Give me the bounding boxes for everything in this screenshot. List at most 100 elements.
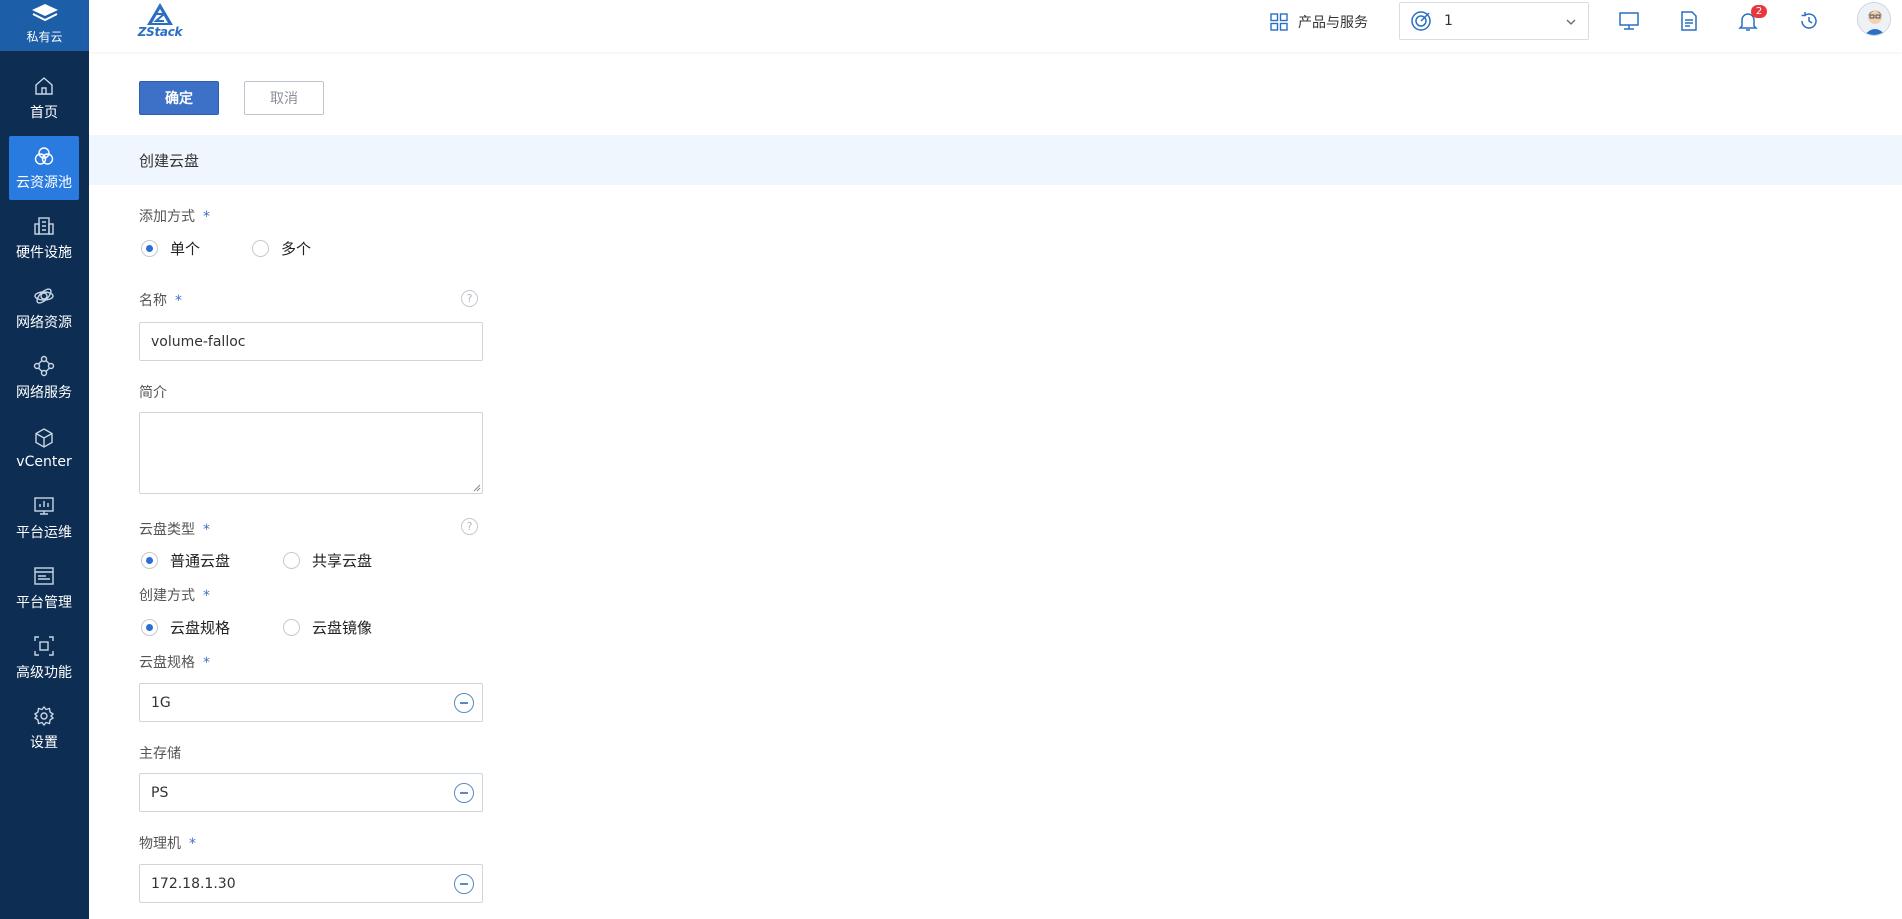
sidebar-item-settings[interactable]: 设置 [9,696,79,760]
required-mark: * [189,836,196,852]
disk-type-help-icon[interactable]: ? [461,518,478,535]
host-field[interactable]: 172.18.1.30 [139,864,483,903]
monitor-chart-icon [34,496,54,515]
top-header: ZStack 产品与服务 1 2 [89,0,1902,52]
host-label-text: 物理机 [139,836,181,852]
document-icon [1681,11,1697,31]
disk-type-normal-radio[interactable]: 普通云盘 [141,550,230,571]
main-content: 确定 取消 创建云盘 添加方式 * 单个 多个 名称 * ? volume-fall… [89,52,1902,919]
private-cloud-switcher[interactable]: 私有云 [0,0,89,51]
sidebar-item-network-resource[interactable]: 网络资源 [9,276,79,340]
required-mark: * [175,293,182,309]
create-mode-image-radio[interactable]: 云盘镜像 [283,617,372,638]
notifications-button[interactable]: 2 [1735,5,1767,34]
disk-offering-value: 1G [151,694,171,711]
history-button[interactable] [1796,8,1822,34]
required-mark: * [203,209,210,225]
disk-offering-label-text: 云盘规格 [139,655,195,671]
zone-select[interactable]: 1 [1399,2,1589,40]
radio-label: 普通云盘 [170,552,231,570]
section-title: 创建云盘 [139,151,200,170]
disk-type-label-text: 云盘类型 [139,522,195,538]
sidebar-item-label: 高级功能 [16,664,72,681]
sidebar-item-label: 网络服务 [16,384,72,401]
document-button[interactable] [1676,8,1702,34]
description-label: 简介 [139,382,167,402]
required-mark: * [203,655,210,671]
sidebar-item-label: 硬件设施 [16,244,72,261]
primary-storage-value: PS [151,784,169,801]
building-icon [34,216,54,235]
disk-type-shared-radio[interactable]: 共享云盘 [283,550,372,571]
sidebar-item-label: vCenter [16,453,72,470]
name-input[interactable]: volume-falloc [139,322,483,361]
create-mode-label: 创建方式 * [139,585,210,605]
radio-label: 共享云盘 [312,552,373,570]
remove-minus-icon[interactable] [454,693,474,713]
history-icon [1801,12,1817,29]
sidebar-item-advanced[interactable]: 高级功能 [9,626,79,690]
console-button[interactable] [1616,8,1642,34]
zstack-logo-icon [147,3,173,25]
name-label-text: 名称 [139,293,167,309]
section-header: 创建云盘 [89,135,1902,185]
cloud-pool-icon [34,146,54,165]
add-mode-single-radio[interactable]: 单个 [141,238,200,259]
sidebar: 私有云 首页 云资源池 硬件设施 网络资源 网络服务 vCenter 平台运维 … [0,0,89,919]
sidebar-item-label: 云资源池 [16,174,72,191]
name-help-icon[interactable]: ? [461,290,478,307]
remove-minus-icon[interactable] [454,783,474,803]
name-label: 名称 * [139,290,182,310]
radio-dot [252,240,269,257]
sidebar-item-hardware[interactable]: 硬件设施 [9,206,79,270]
disk-type-label: 云盘类型 * [139,519,210,539]
sidebar-item-home[interactable]: 首页 [9,66,79,130]
sidebar-item-operations[interactable]: 平台运维 [9,486,79,550]
add-mode-label-text: 添加方式 [139,209,195,225]
confirm-button[interactable]: 确定 [139,81,219,115]
zstack-logo[interactable]: ZStack [137,2,183,42]
host-label: 物理机 * [139,833,196,853]
cancel-button[interactable]: 取消 [244,81,324,115]
sidebar-item-cloud-pool[interactable]: 云资源池 [9,136,79,200]
primary-storage-field[interactable]: PS [139,773,483,812]
chevron-down-icon [1566,19,1576,25]
primary-storage-label: 主存储 [139,743,181,763]
add-mode-multiple-radio[interactable]: 多个 [252,238,311,259]
radio-label: 多个 [281,240,312,258]
disk-offering-label: 云盘规格 * [139,652,210,672]
resize-handle-icon[interactable] [472,483,481,492]
description-label-text: 简介 [139,385,167,401]
name-input-value: volume-falloc [151,333,246,350]
radio-label: 云盘镜像 [312,619,373,637]
network-service-icon [33,355,55,376]
cube-icon [35,427,53,448]
remove-minus-icon[interactable] [454,874,474,894]
notification-badge: 2 [1751,5,1767,18]
sidebar-item-network-service[interactable]: 网络服务 [9,346,79,410]
radio-dot [283,619,300,636]
description-textarea[interactable] [139,412,483,494]
network-resource-icon [34,287,54,304]
user-avatar[interactable] [1857,2,1891,36]
primary-storage-label-text: 主存储 [139,746,181,762]
products-services-menu[interactable]: 产品与服务 [1270,10,1368,34]
zone-target-icon [1411,11,1431,31]
grid-apps-icon [1270,13,1288,31]
required-mark: * [203,522,210,538]
sidebar-item-vcenter[interactable]: vCenter [9,416,79,480]
advanced-icon [34,635,54,656]
host-value: 172.18.1.30 [151,875,236,892]
browser-icon [34,566,54,585]
products-services-label: 产品与服务 [1298,15,1368,31]
avatar-icon [1858,3,1890,35]
logo-text: ZStack [137,25,183,39]
sidebar-item-label: 平台管理 [16,594,72,611]
radio-dot [283,552,300,569]
home-icon [35,76,53,95]
zone-value: 1 [1444,13,1453,29]
monitor-icon [1619,12,1639,30]
sidebar-item-platform-management[interactable]: 平台管理 [9,556,79,620]
disk-offering-field[interactable]: 1G [139,683,483,722]
create-mode-offering-radio[interactable]: 云盘规格 [141,617,230,638]
